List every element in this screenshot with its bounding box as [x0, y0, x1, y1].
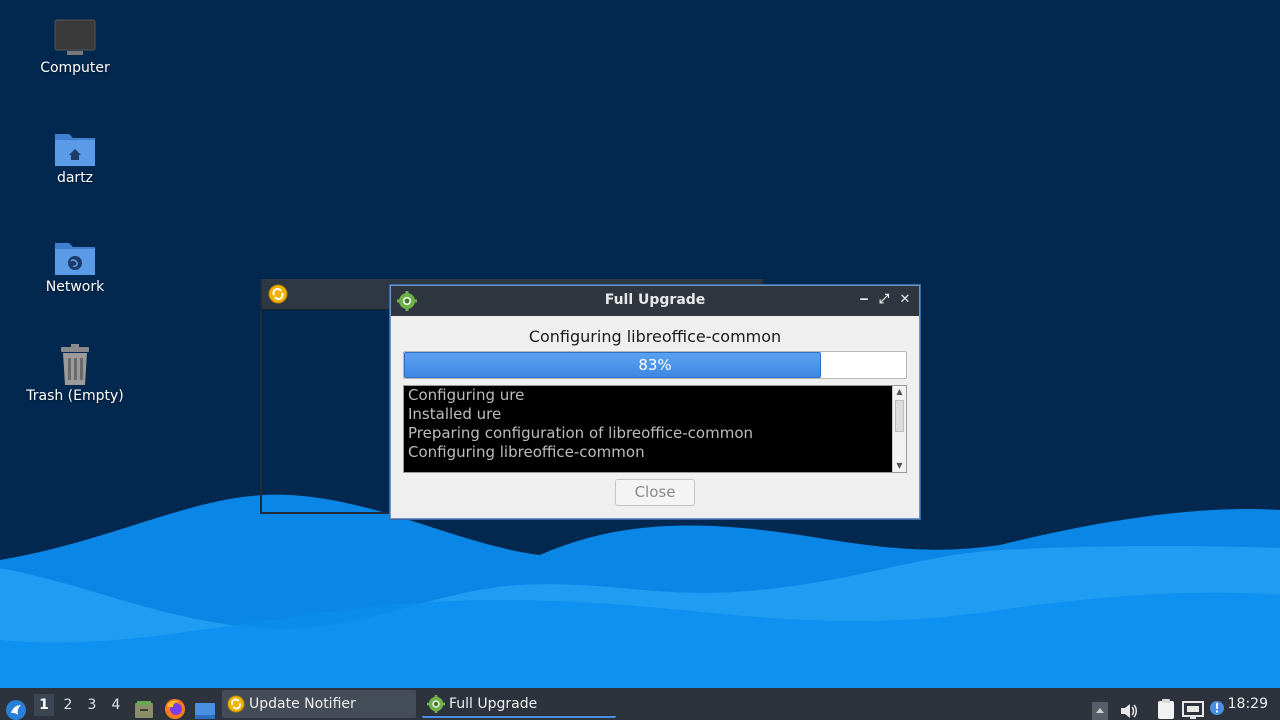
desktop-icon-label: Network — [45, 279, 105, 295]
tray-expand-icon[interactable] — [1092, 695, 1108, 720]
dialog-titlebar[interactable]: Full Upgrade ‒ ⤢ ✕ — [391, 286, 919, 316]
home-folder-icon — [55, 134, 95, 166]
desktop-icon-trash[interactable]: Trash (Empty) — [20, 344, 130, 404]
gear-icon — [427, 695, 445, 713]
log-lines: Configuring ure Installed ure Preparing … — [408, 386, 890, 462]
minimize-button[interactable]: ‒ — [856, 292, 872, 308]
close-window-button[interactable]: ✕ — [897, 292, 913, 308]
task-update-notifier[interactable]: Update Notifier — [222, 690, 416, 718]
log-line: Configuring ure — [408, 386, 525, 404]
desktop-icon-label: Computer — [40, 60, 110, 76]
maximize-button[interactable]: ⤢ — [876, 292, 892, 308]
update-alert-icon[interactable] — [1208, 692, 1226, 720]
trash-icon — [61, 344, 89, 385]
task-label: Update Notifier — [249, 696, 356, 712]
log-scrollbar[interactable]: ▲ ▼ — [892, 386, 906, 472]
start-menu-icon[interactable] — [5, 694, 27, 720]
workspace-2[interactable]: 2 — [58, 694, 78, 716]
task-label: Full Upgrade — [449, 696, 538, 712]
clipboard-icon[interactable] — [1156, 693, 1176, 720]
full-upgrade-dialog[interactable]: Full Upgrade ‒ ⤢ ✕ Configuring libreoffi… — [390, 285, 920, 519]
file-manager-icon[interactable] — [134, 694, 154, 720]
taskbar: 1 2 3 4 Update Notifier Full Upgrade 18:… — [0, 688, 1280, 720]
close-button[interactable]: Close — [615, 479, 695, 506]
volume-icon[interactable] — [1119, 695, 1139, 720]
network-folder-icon — [55, 243, 95, 275]
update-notifier-icon — [268, 284, 288, 304]
task-full-upgrade[interactable]: Full Upgrade — [422, 690, 616, 718]
scroll-up-arrow-icon[interactable]: ▲ — [893, 386, 906, 398]
log-line: Configuring libreoffice-common — [408, 443, 645, 461]
desktop-icon-network[interactable]: Network — [20, 237, 130, 295]
desktop-show-icon[interactable] — [195, 695, 215, 720]
workspace-3[interactable]: 3 — [82, 694, 102, 716]
log-line: Preparing configuration of libreoffice-c… — [408, 424, 754, 442]
desktop-icon-computer[interactable]: Computer — [20, 18, 130, 76]
firefox-icon[interactable] — [164, 693, 186, 720]
progress-bar: 83% — [403, 351, 907, 379]
desktop-icon-label: dartz — [56, 170, 94, 186]
update-notifier-icon — [227, 695, 245, 713]
clock: 18:29 — [1227, 696, 1268, 712]
log-line: Installed ure — [408, 405, 502, 423]
desktop-icon-home[interactable]: dartz — [20, 128, 130, 186]
log-output[interactable]: Configuring ure Installed ure Preparing … — [403, 385, 907, 473]
computer-icon — [54, 19, 96, 55]
dialog-title: Full Upgrade — [604, 292, 706, 308]
desktop-icon-label: Trash (Empty) — [26, 388, 124, 404]
workspace-1[interactable]: 1 — [34, 694, 54, 716]
status-text: Configuring libreoffice-common — [528, 327, 782, 346]
scroll-down-arrow-icon[interactable]: ▼ — [893, 460, 906, 472]
progress-label: 83% — [638, 356, 672, 374]
scroll-thumb[interactable] — [895, 400, 904, 432]
network-tray-icon[interactable] — [1182, 694, 1204, 720]
workspace-4[interactable]: 4 — [106, 694, 126, 716]
